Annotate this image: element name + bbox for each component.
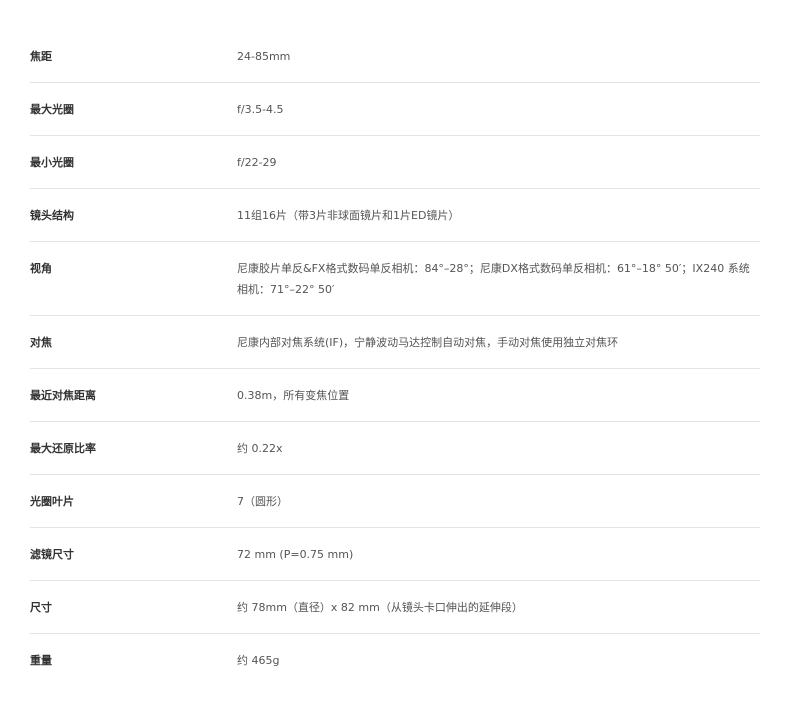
spec-label: 镜头结构 <box>30 209 74 222</box>
spec-value: f/3.5-4.5 <box>237 103 284 116</box>
spec-row-angle-of-view: 视角 尼康胶片单反&FX格式数码单反相机：84°–28°；尼康DX格式数码单反相… <box>30 242 760 316</box>
spec-row-filter-size: 滤镜尺寸 72 mm (P=0.75 mm) <box>30 528 760 581</box>
spec-row-focal-length: 焦距 24-85mm <box>30 30 760 83</box>
spec-label: 对焦 <box>30 336 52 349</box>
spec-row-max-aperture: 最大光圈 f/3.5-4.5 <box>30 83 760 136</box>
spec-row-weight: 重量 约 465g <box>30 634 760 687</box>
spec-row-focusing: 对焦 尼康内部对焦系统(IF)，宁静波动马达控制自动对焦，手动对焦使用独立对焦环 <box>30 316 760 369</box>
spec-label: 焦距 <box>30 50 52 63</box>
spec-label: 最大还原比率 <box>30 442 96 455</box>
spec-label: 光圈叶片 <box>30 495 74 508</box>
spec-value: 24-85mm <box>237 50 291 63</box>
spec-label: 滤镜尺寸 <box>30 548 74 561</box>
spec-value: 约 465g <box>237 654 280 667</box>
spec-value: 72 mm (P=0.75 mm) <box>237 548 354 561</box>
spec-label: 最近对焦距离 <box>30 389 96 402</box>
spec-label: 最小光圈 <box>30 156 74 169</box>
spec-value: 约 0.22x <box>237 442 283 455</box>
spec-value: 0.38m，所有变焦位置 <box>237 389 350 402</box>
spec-value: 11组16片（带3片非球面镜片和1片ED镜片） <box>237 209 460 222</box>
spec-value: f/22-29 <box>237 156 277 169</box>
spec-row-closest-focus: 最近对焦距离 0.38m，所有变焦位置 <box>30 369 760 422</box>
spec-row-min-aperture: 最小光圈 f/22-29 <box>30 136 760 189</box>
spec-label: 视角 <box>30 262 52 275</box>
spec-value: 约 78mm（直径）x 82 mm（从镜头卡口伸出的延伸段） <box>237 601 523 614</box>
spec-value: 尼康胶片单反&FX格式数码单反相机：84°–28°；尼康DX格式数码单反相机：6… <box>237 262 750 296</box>
spec-row-dimensions: 尺寸 约 78mm（直径）x 82 mm（从镜头卡口伸出的延伸段） <box>30 581 760 634</box>
spec-label: 尺寸 <box>30 601 52 614</box>
spec-row-diaphragm-blades: 光圈叶片 7（圆形） <box>30 475 760 528</box>
spec-label: 重量 <box>30 654 52 667</box>
spec-row-lens-construction: 镜头结构 11组16片（带3片非球面镜片和1片ED镜片） <box>30 189 760 242</box>
spec-value: 尼康内部对焦系统(IF)，宁静波动马达控制自动对焦，手动对焦使用独立对焦环 <box>237 336 619 349</box>
spec-label: 最大光圈 <box>30 103 74 116</box>
spec-table: 焦距 24-85mm 最大光圈 f/3.5-4.5 最小光圈 f/22-29 镜… <box>30 30 760 687</box>
spec-row-max-reproduction: 最大还原比率 约 0.22x <box>30 422 760 475</box>
spec-value: 7（圆形） <box>237 495 288 508</box>
